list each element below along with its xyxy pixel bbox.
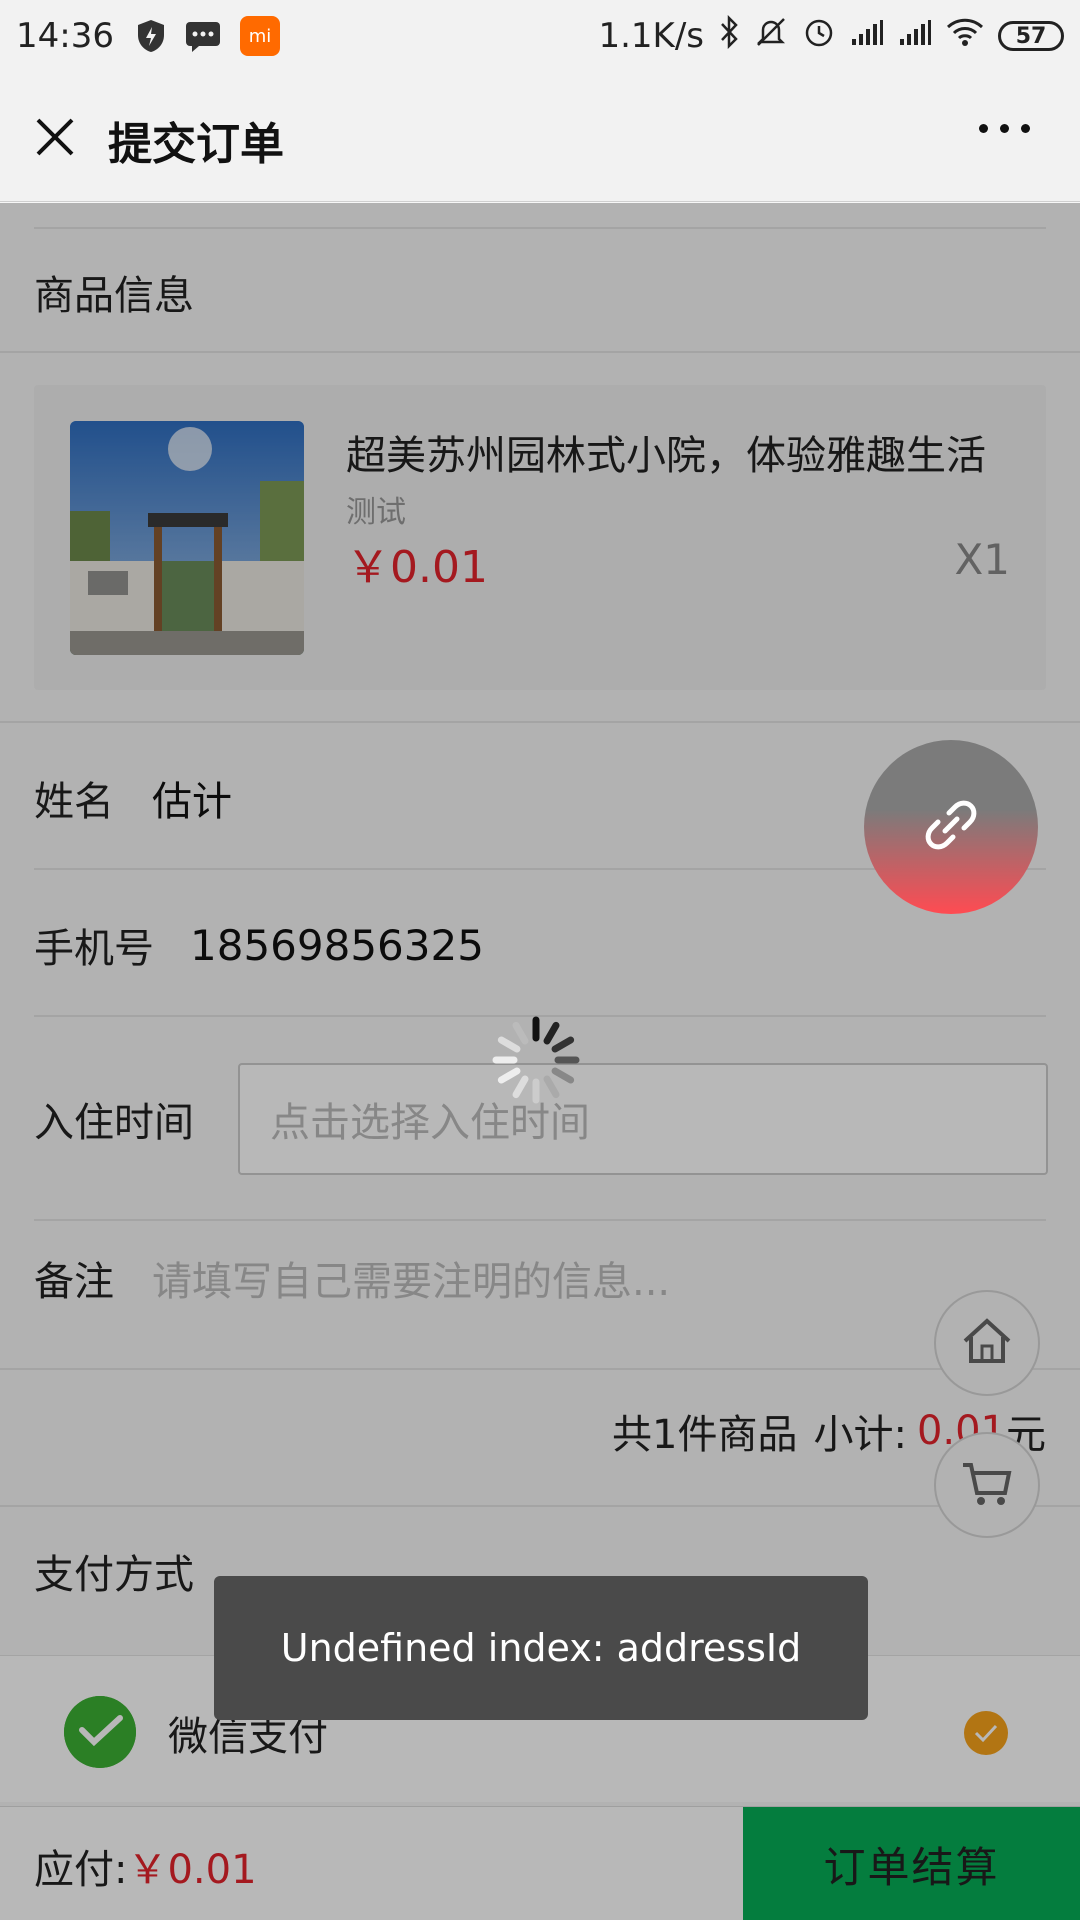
battery-icon: 57 bbox=[998, 21, 1064, 51]
shield-icon bbox=[136, 18, 166, 54]
error-toast: Undefined index: addressId bbox=[214, 1576, 868, 1720]
message-icon bbox=[184, 19, 222, 53]
more-icon[interactable] bbox=[979, 124, 1030, 133]
signal-icon bbox=[898, 16, 932, 56]
nav-bar: 提交订单 bbox=[0, 72, 1080, 202]
signal-icon bbox=[850, 16, 884, 56]
status-bar: 14:36 mi 1.1K/s 57 bbox=[0, 0, 1080, 72]
mi-icon: mi bbox=[239, 16, 280, 56]
share-link-button[interactable] bbox=[864, 740, 1038, 914]
network-speed: 1.1K/s bbox=[598, 16, 704, 56]
alarm-icon bbox=[802, 15, 836, 58]
bluetooth-icon bbox=[718, 14, 740, 58]
link-icon bbox=[919, 793, 983, 861]
close-icon[interactable] bbox=[30, 112, 80, 162]
status-time: 14:36 bbox=[16, 16, 114, 56]
page-title: 提交订单 bbox=[108, 119, 284, 170]
wifi-icon bbox=[946, 16, 984, 56]
loading-spinner-icon bbox=[486, 1010, 586, 1110]
mute-icon bbox=[754, 15, 788, 58]
